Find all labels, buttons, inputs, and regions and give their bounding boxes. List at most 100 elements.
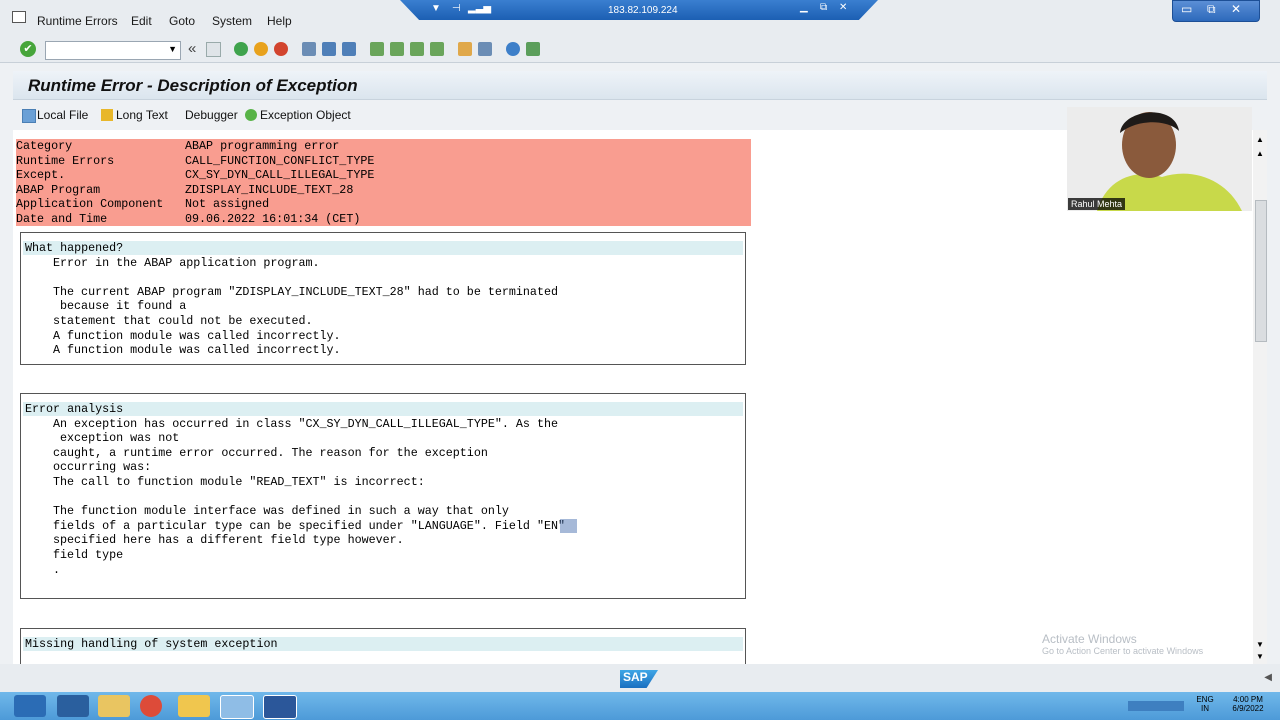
remote-minimize-icon[interactable]: ▁ xyxy=(800,2,808,13)
local-file-button[interactable]: Local File xyxy=(37,108,88,122)
remote-restore-icon[interactable]: ⧉ xyxy=(820,2,827,13)
page-title: Runtime Error - Description of Exception xyxy=(28,76,358,95)
sap-logo: SAP xyxy=(620,670,658,688)
command-field[interactable]: ▼ xyxy=(45,41,181,60)
help-icon[interactable] xyxy=(506,42,520,56)
scroll-down-icon[interactable]: ▼ xyxy=(1256,652,1264,661)
scroll-up-icon[interactable]: ▲ xyxy=(1256,135,1264,144)
tray-lang: ENG xyxy=(1196,695,1214,704)
layout-menu-icon[interactable] xyxy=(526,42,540,56)
text-line-selected[interactable]: fields of a particular type can be speci… xyxy=(53,519,565,534)
sap-gui-icon[interactable] xyxy=(220,695,254,719)
what-happened-heading: What happened? xyxy=(25,241,124,255)
info-value: CX_SY_DYN_CALL_ILLEGAL_TYPE xyxy=(185,168,375,183)
enter-icon[interactable]: ✔ xyxy=(20,41,36,57)
text-line: exception was not xyxy=(53,431,180,446)
tray-date: 6/9/2022 xyxy=(1232,704,1264,713)
info-value: Not assigned xyxy=(185,197,270,212)
tray-language[interactable]: ENG IN xyxy=(1192,695,1218,713)
info-row: Date and Time 09.06.2022 16:01:34 (CET) xyxy=(16,212,360,227)
menu-edit[interactable]: Edit xyxy=(131,14,152,28)
first-page-icon[interactable] xyxy=(370,42,384,56)
powershell-icon[interactable] xyxy=(57,695,89,717)
info-row: ABAP Program ZDISPLAY_INCLUDE_TEXT_28 xyxy=(16,182,353,198)
remote-connection-bar: ▼ ⊣ ▂▃▅ 183.82.109.224 ▁ ⧉ ✕ xyxy=(400,0,878,20)
info-value: CALL_FUNCTION_CONFLICT_TYPE xyxy=(185,153,375,168)
cancel-icon[interactable] xyxy=(274,42,288,56)
find-icon[interactable] xyxy=(322,42,336,56)
scroll-page-up-icon[interactable]: ▲ xyxy=(1256,149,1264,158)
title-bar: Runtime Error - Description of Exception xyxy=(13,71,1267,100)
exception-object-button[interactable]: Exception Object xyxy=(260,108,351,122)
section-heading: What happened? xyxy=(23,241,743,255)
activate-windows-watermark: Activate Windows Go to Action Center to … xyxy=(1042,632,1203,656)
status-arrow-icon[interactable]: ◀ xyxy=(1264,672,1272,683)
text-line: . xyxy=(53,562,61,577)
info-value: ABAP programming error xyxy=(185,139,340,153)
print-icon[interactable] xyxy=(302,42,316,56)
next-page-icon[interactable] xyxy=(410,42,424,56)
back-double-icon[interactable]: « xyxy=(188,40,196,57)
text-line: statement that could not be executed. xyxy=(53,314,313,328)
long-text-button[interactable]: Long Text xyxy=(116,108,168,122)
text-line: Error in the ABAP application program. xyxy=(53,255,320,270)
chrome-icon[interactable] xyxy=(140,695,162,717)
sap-logon-icon[interactable] xyxy=(178,695,210,717)
watermark-title: Activate Windows xyxy=(1042,632,1137,646)
info-label: Except. xyxy=(16,168,66,183)
text-line: A function module was called incorrectly… xyxy=(53,343,341,358)
info-label: ABAP Program xyxy=(16,182,101,197)
local-file-icon xyxy=(22,109,36,123)
remote-dropdown-icon[interactable]: ▼ xyxy=(431,3,441,14)
vertical-scrollbar[interactable]: ▲ ▲ ▼ ▼ xyxy=(1253,130,1267,664)
last-page-icon[interactable] xyxy=(430,42,444,56)
remote-ip: 183.82.109.224 xyxy=(608,5,678,16)
error-analysis-section: Error analysis An exception has occurred… xyxy=(20,393,746,599)
info-value: ZDISPLAY_INCLUDE_TEXT_28 xyxy=(185,182,354,197)
pin-icon[interactable]: ⊣ xyxy=(452,3,461,14)
previous-page-icon[interactable] xyxy=(390,42,404,56)
menu-system[interactable]: System xyxy=(212,14,252,28)
tray-region: IN xyxy=(1201,704,1209,713)
minimize-icon[interactable]: ▭ xyxy=(1181,2,1192,16)
menu-help[interactable]: Help xyxy=(267,14,292,28)
window-controls: ▭ ⧉ ✕ xyxy=(1172,0,1260,22)
save-icon[interactable] xyxy=(206,42,221,57)
info-row: Except. CX_SY_DYN_CALL_ILLEGAL_TYPE xyxy=(16,168,374,183)
sap-window-icon[interactable] xyxy=(12,11,26,23)
scroll-thumb[interactable] xyxy=(1255,200,1267,342)
info-row: Runtime Errors CALL_FUNCTION_CONFLICT_TYP… xyxy=(16,153,374,169)
menu-runtime-errors[interactable]: Runtime Errors xyxy=(37,14,118,28)
missing-handling-heading: Missing handling of system exception xyxy=(25,637,278,651)
back-icon[interactable] xyxy=(234,42,248,56)
info-label: Runtime Errors xyxy=(16,153,115,168)
exception-object-icon xyxy=(245,109,257,121)
new-session-icon[interactable] xyxy=(458,42,472,56)
text-line: The function module interface was define… xyxy=(53,504,509,519)
webcam-overlay: Rahul Mehta xyxy=(1067,107,1252,211)
tray-time: 4:00 PM xyxy=(1233,695,1263,704)
debugger-button[interactable]: Debugger xyxy=(185,108,238,122)
tray-clock[interactable]: 4:00 PM 6/9/2022 xyxy=(1226,695,1270,713)
text-selection-highlight xyxy=(560,518,577,533)
section-heading: Missing handling of system exception xyxy=(23,637,743,651)
file-explorer-icon[interactable] xyxy=(98,695,130,717)
command-dropdown-icon[interactable]: ▼ xyxy=(168,44,177,54)
remote-close-icon[interactable]: ✕ xyxy=(839,2,847,13)
text-line: occurring was: xyxy=(53,460,152,475)
start-button-icon[interactable] xyxy=(14,695,46,717)
tray-icons[interactable] xyxy=(1128,701,1184,711)
exit-icon[interactable] xyxy=(254,42,268,56)
maximize-icon[interactable]: ⧉ xyxy=(1207,2,1216,17)
watermark-subtitle: Go to Action Center to activate Windows xyxy=(1042,646,1204,656)
text-line: An exception has occurred in class "CX_S… xyxy=(53,416,558,431)
scroll-page-down-icon[interactable]: ▼ xyxy=(1256,640,1264,649)
menu-goto[interactable]: Goto xyxy=(169,14,195,28)
text-line: field type xyxy=(53,548,124,562)
shortcut-icon[interactable] xyxy=(478,42,492,56)
close-icon[interactable]: ✕ xyxy=(1231,2,1241,16)
text-line: because it found a xyxy=(53,299,187,314)
missing-handling-section: Missing handling of system exception xyxy=(20,628,746,664)
word-icon[interactable] xyxy=(263,695,297,719)
find-next-icon[interactable] xyxy=(342,42,356,56)
